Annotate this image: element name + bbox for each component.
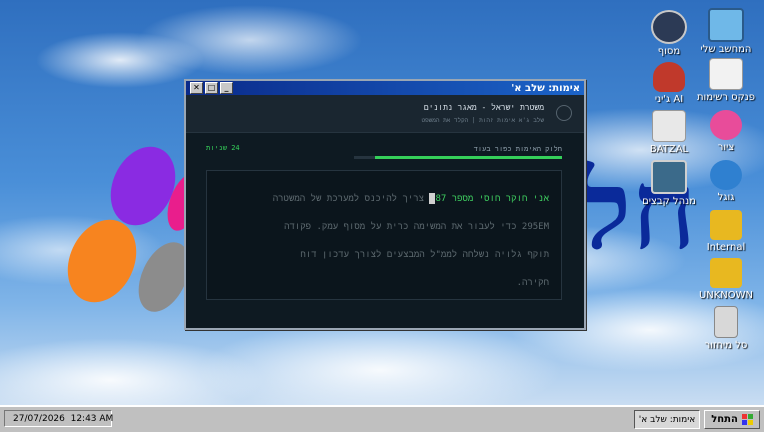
desktop-icon-label: מנהל קבצים <box>642 196 696 207</box>
desktop-icon-file-manager[interactable]: מנהל קבצים <box>637 160 701 208</box>
progress-track <box>354 156 562 159</box>
desktop-icon-internal-folder[interactable]: Internal <box>694 210 758 254</box>
notepad-icon <box>709 58 743 90</box>
desktop-icon-genie-ai[interactable]: ג'יני AI <box>637 62 701 106</box>
desktop-icon-label: ג'יני AI <box>654 94 684 105</box>
desktop-icon-label: Internal <box>706 242 746 253</box>
folder-icon <box>710 258 742 288</box>
pending-text-line3: תוקף גלויה נשלחה לממ"ל המבצעים לצורך עדכ… <box>300 250 549 260</box>
window-controls: ✕ □ _ <box>190 82 233 94</box>
typed-text: אני חוקר חוסי מספר 87 <box>435 194 549 204</box>
paint-palette-icon <box>710 110 742 140</box>
desktop-icon-terminal[interactable]: מסוף <box>637 10 701 58</box>
terminal-panel[interactable]: אני חוקר חוסי מספר 87 צריך להיכנס למערכת… <box>206 170 562 300</box>
maximize-icon[interactable]: □ <box>205 82 218 94</box>
close-icon[interactable]: ✕ <box>190 82 203 94</box>
start-label: התחל <box>711 414 738 425</box>
desktop-icon-unknown-folder[interactable]: UNKNOWN <box>694 258 758 302</box>
desktop-icon-my-computer[interactable]: המחשב שלי <box>694 8 758 56</box>
taskbar-window-button[interactable]: אימות: שלב א' <box>634 410 700 429</box>
windows-logo-icon <box>741 414 753 425</box>
desktop-icon-label: מסוף <box>657 46 681 57</box>
window-titlebar[interactable]: ✕ □ _ אימות: שלב א' <box>186 81 584 95</box>
pending-text-line4: חקירה. <box>516 278 549 288</box>
police-emblem-icon <box>556 105 572 121</box>
verification-window: ✕ □ _ אימות: שלב א' משטרת ישראל - מאגר נ… <box>184 79 586 330</box>
start-button[interactable]: התחל <box>704 410 760 429</box>
desktop-icon-label: ציור <box>717 142 735 153</box>
magnifier-icon <box>651 160 687 194</box>
desktop-icon-label: BATZAL <box>649 144 689 155</box>
desktop-icon-label: UNKNOWN <box>698 290 754 301</box>
clock: 27/07/2026 12:43 AM <box>13 413 114 424</box>
desktop-icon-recycle-bin[interactable]: סל מיחזור <box>694 306 758 352</box>
system-tray: 27/07/2026 12:43 AM <box>4 410 114 427</box>
batzal-icon <box>652 110 686 142</box>
header-subtitle: שלב ג'א אימות זהות | הקלד את המשפט <box>421 117 544 124</box>
globe-icon <box>710 160 742 190</box>
genie-lamp-icon <box>653 62 685 92</box>
desktop-icon-paint[interactable]: ציור <box>694 110 758 154</box>
minimize-icon[interactable]: _ <box>220 82 233 94</box>
desktop-icon-notepad[interactable]: פנקס רשימות <box>694 58 758 104</box>
taskbar: התחל אימות: שלב א' 27/07/2026 12:43 AM <box>0 405 764 432</box>
progress-fill <box>374 156 562 159</box>
pending-text-line2: 295EM כדי לעבור את המשימה כרית על מסוף ע… <box>284 222 549 232</box>
window-title: אימות: שלב א' <box>511 82 580 94</box>
header-title: משטרת ישראל - מאגר נתונים <box>423 103 544 112</box>
desktop-icon-label: גוגל <box>717 192 735 203</box>
desktop: חל המחשב שלי מסוף פנקס רשימות ג'יני AI צ… <box>0 0 764 405</box>
monitor-icon <box>708 8 744 42</box>
window-header: משטרת ישראל - מאגר נתונים שלב ג'א אימות … <box>186 95 584 133</box>
trash-icon <box>714 306 738 338</box>
desktop-icon-batzal[interactable]: BATZAL <box>637 110 701 156</box>
progress-label: חלוק האימות כפור בעוד <box>473 145 562 153</box>
desktop-icon-label: המחשב שלי <box>700 44 752 55</box>
terminal-text: אני חוקר חוסי מספר 87 צריך להיכנס למערכת… <box>217 185 549 297</box>
folder-icon <box>710 210 742 240</box>
desktop-icon-label: פנקס רשימות <box>696 92 756 103</box>
pending-text-line1: צריך להיכנס למערכת של המשטרה <box>272 194 425 204</box>
desktop-icon-google[interactable]: גוגל <box>694 160 758 204</box>
desktop-icon-label: סל מיחזור <box>704 340 748 351</box>
police-badge-icon <box>651 10 687 44</box>
progress-time: 24 שניות <box>206 144 240 152</box>
